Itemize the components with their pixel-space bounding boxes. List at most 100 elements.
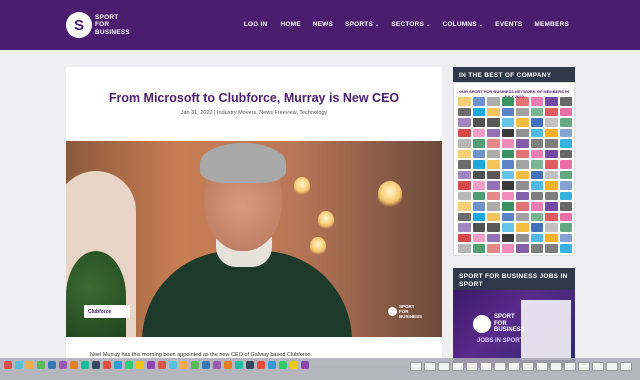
dock-app-icon[interactable] (136, 361, 144, 369)
dock-window-thumbnail[interactable] (466, 362, 478, 371)
dock-app-icon[interactable] (213, 361, 221, 369)
dock-app-icon[interactable] (180, 361, 188, 369)
nav-sectors[interactable]: SECTORS ⌄ (391, 21, 430, 28)
chevron-down-icon: ⌄ (478, 22, 484, 28)
site-header: S SPORT FOR BUSINESS LOG IN HOME NEWS SP… (0, 0, 640, 50)
member-logo-tile (472, 191, 485, 200)
dock-window-thumbnail[interactable] (578, 362, 590, 371)
dock-app-icon[interactable] (81, 361, 89, 369)
dock-app-icon[interactable] (70, 361, 78, 369)
dock-window-thumbnail[interactable] (410, 362, 422, 371)
main-nav: LOG IN HOME NEWS SPORTS ⌄ SECTORS ⌄ COLUMN… (244, 21, 640, 28)
member-logo-tile (559, 160, 572, 169)
dock-app-icon[interactable] (15, 361, 23, 369)
nav-columns[interactable]: COLUMNS ⌄ (443, 21, 484, 28)
article-hero-image: Clubforce SPORT FOR BUSINESS (66, 141, 442, 337)
member-logo-tile (487, 202, 500, 211)
dock-app-icon[interactable] (147, 361, 155, 369)
dock-app-icon[interactable] (224, 361, 232, 369)
member-logo-tile (472, 118, 485, 127)
member-logo-tile (487, 181, 500, 190)
dock-app-icon[interactable] (26, 361, 34, 369)
nav-members[interactable]: MEMBERS (534, 21, 569, 28)
member-logo-tile (501, 149, 514, 158)
dock-window-thumbnail[interactable] (494, 362, 506, 371)
dock-app-icon[interactable] (301, 361, 309, 369)
member-logo-tile (545, 223, 558, 232)
member-logo-tile (458, 170, 471, 179)
member-logo-tile (487, 233, 500, 242)
member-logo-tile (516, 212, 529, 221)
dock-app-icon[interactable] (268, 361, 276, 369)
dock-window-thumbnail[interactable] (606, 362, 618, 371)
member-logo-tile (545, 170, 558, 179)
member-logo-tile (559, 233, 572, 242)
dock-window-thumbnail[interactable] (424, 362, 436, 371)
nav-events[interactable]: EVENTS (495, 21, 522, 28)
member-logo-tile (501, 244, 514, 253)
dock-app-icon[interactable] (202, 361, 210, 369)
dock-app-icon[interactable] (92, 361, 100, 369)
nav-news[interactable]: NEWS (313, 21, 333, 28)
dock-app-icon[interactable] (246, 361, 254, 369)
member-logo-tile (487, 139, 500, 148)
jobs-in-sport-banner[interactable]: SPORT FOR BUSINESS JOBS IN SPORT (453, 290, 575, 368)
member-logo-tile (545, 244, 558, 253)
dock-app-icon[interactable] (158, 361, 166, 369)
member-logo-tile (530, 97, 543, 106)
dock-app-icon[interactable] (279, 361, 287, 369)
site-logo[interactable]: S SPORT FOR BUSINESS (66, 12, 130, 38)
member-logo-tile (487, 223, 500, 232)
nav-sports[interactable]: SPORTS ⌄ (345, 21, 379, 28)
dock-window-thumbnail[interactable] (620, 362, 632, 371)
dock-app-icon[interactable] (235, 361, 243, 369)
member-logo-tile (559, 223, 572, 232)
article-meta: Jan 31, 2022 | Industry Movers, News Fre… (180, 110, 328, 116)
dock-app-icon[interactable] (4, 361, 12, 369)
members-network-image[interactable]: OUR SPORT FOR BUSINESS NETWORK OF MEMBER… (453, 82, 575, 256)
member-logo-tile (530, 139, 543, 148)
member-logo-tile (458, 191, 471, 200)
dock-window-thumbnail[interactable] (564, 362, 576, 371)
dock-app-icon[interactable] (114, 361, 122, 369)
member-logo-tile (559, 181, 572, 190)
dock-app-icon[interactable] (37, 361, 45, 369)
member-logo-tile (516, 233, 529, 242)
dock-window-thumbnail[interactable] (438, 362, 450, 371)
dock-app-icon[interactable] (48, 361, 56, 369)
dock-window-thumbnail[interactable] (592, 362, 604, 371)
dock-window-thumbnail[interactable] (536, 362, 548, 371)
dock-app-icon[interactable] (125, 361, 133, 369)
member-logo-tile (472, 223, 485, 232)
member-logo-tile (487, 97, 500, 106)
member-logo-tile (516, 181, 529, 190)
dock-window-thumbnail[interactable] (452, 362, 464, 371)
dock-window-thumbnail[interactable] (480, 362, 492, 371)
member-logo-tile (472, 160, 485, 169)
member-logo-tile (545, 202, 558, 211)
member-logo-tile (545, 191, 558, 200)
member-logo-tile (530, 233, 543, 242)
member-logo-tile (516, 128, 529, 137)
dock-window-thumbnail[interactable] (522, 362, 534, 371)
nav-log-in[interactable]: LOG IN (244, 21, 268, 28)
dock-app-icon[interactable] (257, 361, 265, 369)
dock-window-thumbnail[interactable] (550, 362, 562, 371)
dock-app-icon[interactable] (59, 361, 67, 369)
member-logo-tile (472, 181, 485, 190)
member-logo-tile (559, 128, 572, 137)
member-logo-tile (501, 191, 514, 200)
dock-app-icon[interactable] (169, 361, 177, 369)
dock-app-icon[interactable] (290, 361, 298, 369)
dock-window-thumbnail[interactable] (508, 362, 520, 371)
member-logo-tile (545, 149, 558, 158)
article-title[interactable]: From Microsoft to Clubforce, Murray is N… (66, 91, 442, 105)
member-logo-tile (472, 97, 485, 106)
nav-home[interactable]: HOME (280, 21, 300, 28)
member-logo-tile (487, 149, 500, 158)
member-logo-tile (530, 244, 543, 253)
dock-app-icon[interactable] (191, 361, 199, 369)
member-logo-tile (458, 107, 471, 116)
member-logo-tile (501, 223, 514, 232)
dock-app-icon[interactable] (103, 361, 111, 369)
